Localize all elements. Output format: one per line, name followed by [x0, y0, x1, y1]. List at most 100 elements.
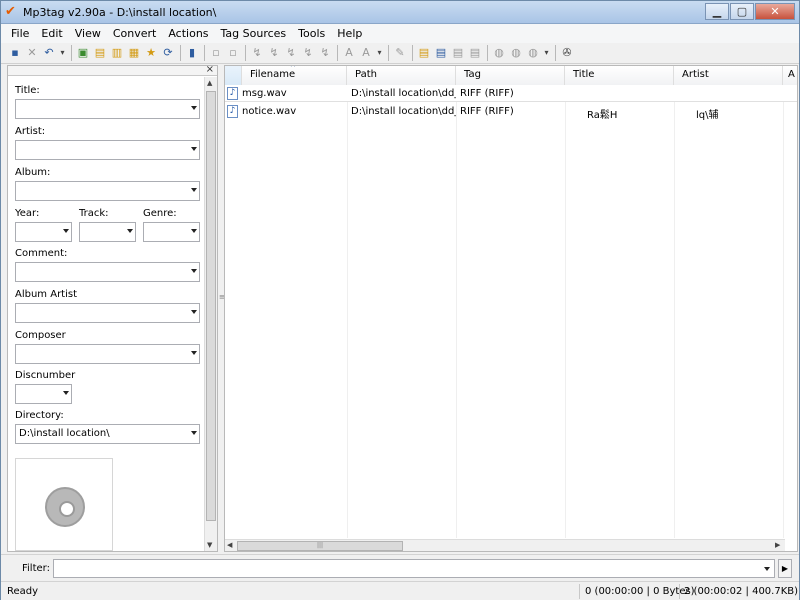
- refresh-icon[interactable]: ⟳: [160, 45, 176, 61]
- composer-combobox[interactable]: [15, 344, 200, 364]
- scroll-right-icon[interactable]: ▶: [775, 541, 780, 549]
- open-folder-icon[interactable]: ▥: [109, 45, 125, 61]
- toolbar-separator: [180, 45, 181, 61]
- header-artist-label: Artist: [682, 69, 709, 80]
- menu-actions[interactable]: Actions: [162, 24, 214, 43]
- minimize-button[interactable]: ▁: [705, 3, 729, 20]
- actions-icon: A: [345, 46, 353, 59]
- artist-combobox[interactable]: [15, 140, 200, 160]
- tag-source-freedb-icon: ◍: [494, 46, 504, 59]
- chevron-down-icon[interactable]: [191, 229, 197, 233]
- horizontal-scrollbar[interactable]: ◀ ||| ▶: [225, 539, 785, 551]
- toolbar-separator: [487, 45, 488, 61]
- header-tag-label: Tag: [464, 69, 481, 80]
- undo-icon[interactable]: ↶: [41, 45, 57, 61]
- discnumber-label: Discnumber: [15, 370, 76, 381]
- file-list: ^ Filename Path Tag Title Artist A ♪ msg…: [224, 65, 798, 552]
- favorites-icon[interactable]: ★: [143, 45, 159, 61]
- title-label: Title:: [15, 85, 40, 96]
- auto-numbering-icon: ↯: [320, 46, 330, 59]
- cell-path: D:\install location\dd_...: [351, 88, 456, 99]
- export-icon[interactable]: ▤: [416, 45, 432, 61]
- toolbar-separator: [71, 45, 72, 61]
- scrollbar-thumb[interactable]: [206, 91, 216, 521]
- chevron-down-icon[interactable]: [63, 229, 69, 233]
- chevron-down-icon[interactable]: [191, 147, 197, 151]
- track-label: Track:: [79, 208, 109, 219]
- actions-dropdown-icon[interactable]: ▾: [375, 45, 384, 61]
- scroll-up-icon[interactable]: ▲: [207, 79, 212, 87]
- toolbar-separator: [204, 45, 205, 61]
- undo-dropdown-icon[interactable]: ▾: [58, 45, 67, 61]
- scroll-left-icon[interactable]: ◀: [227, 541, 232, 549]
- chevron-down-icon[interactable]: [191, 106, 197, 110]
- maximize-button[interactable]: ▢: [730, 3, 754, 20]
- scrollbar-thumb[interactable]: |||: [237, 541, 403, 551]
- add-directory-icon[interactable]: ▤: [92, 45, 108, 61]
- close-icon[interactable]: ×: [206, 64, 214, 75]
- discnumber-combobox[interactable]: [15, 384, 72, 404]
- menu-tag-sources[interactable]: Tag Sources: [215, 24, 293, 43]
- album-combobox[interactable]: [15, 181, 200, 201]
- menu-convert[interactable]: Convert: [107, 24, 163, 43]
- chevron-down-icon[interactable]: [191, 269, 197, 273]
- audio-file-icon: ♪: [227, 87, 238, 100]
- header-artist[interactable]: Artist: [674, 66, 783, 86]
- remove-tag-icon[interactable]: ✕: [24, 45, 40, 61]
- album-artist-combobox[interactable]: [15, 303, 200, 323]
- tag-panel-icon[interactable]: ▮: [184, 45, 200, 61]
- tag-to-tag-icon: ↯: [303, 46, 313, 59]
- header-title-label: Title: [573, 69, 595, 80]
- chevron-down-icon[interactable]: [127, 229, 133, 233]
- status-divider: [579, 584, 580, 599]
- chevron-down-icon[interactable]: [764, 567, 770, 571]
- tag-sources-dropdown-icon[interactable]: ▾: [542, 45, 551, 61]
- cover-art-box[interactable]: [15, 458, 113, 551]
- save-icon[interactable]: ▪: [7, 45, 23, 61]
- header-tag[interactable]: Tag: [456, 66, 565, 86]
- directory-combobox[interactable]: D:\install location\: [15, 424, 200, 444]
- edit-icon: ✎: [395, 46, 405, 59]
- header-title[interactable]: Title: [565, 66, 674, 86]
- table-row[interactable]: ♪ notice.wav D:\install location\dd_... …: [225, 103, 797, 120]
- chevron-down-icon[interactable]: [191, 351, 197, 355]
- track-combobox[interactable]: [79, 222, 136, 242]
- chevron-down-icon[interactable]: [191, 188, 197, 192]
- header-icon-column[interactable]: [225, 66, 242, 86]
- filter-go-button[interactable]: ▶: [778, 559, 792, 578]
- tag-panel-scrollbar[interactable]: ▲ ▼: [204, 77, 217, 551]
- menu-edit[interactable]: Edit: [35, 24, 68, 43]
- options-wrench-icon[interactable]: ✇: [559, 45, 575, 61]
- change-directory-icon[interactable]: ▣: [75, 45, 91, 61]
- menu-tools[interactable]: Tools: [292, 24, 331, 43]
- app-checkmark-icon: ✔: [5, 4, 16, 19]
- comment-combobox[interactable]: [15, 262, 200, 282]
- genre-combobox[interactable]: [143, 222, 200, 242]
- tag-source-web-icon: ◍: [528, 46, 538, 59]
- header-album-label: A: [788, 69, 795, 80]
- close-button[interactable]: ✕: [755, 3, 795, 20]
- menu-help[interactable]: Help: [331, 24, 368, 43]
- playlist-icon[interactable]: ▤: [433, 45, 449, 61]
- rename-icon: ▤: [469, 46, 481, 59]
- cell-filename: msg.wav: [242, 88, 287, 99]
- year-combobox[interactable]: [15, 222, 72, 242]
- directory-value: D:\install location\: [19, 428, 110, 439]
- header-path[interactable]: Path: [347, 66, 456, 86]
- title-combobox[interactable]: [15, 99, 200, 119]
- filter-bar: Filter: ▶: [1, 554, 799, 580]
- menu-view[interactable]: View: [69, 24, 107, 43]
- filter-input[interactable]: [53, 559, 775, 578]
- header-album[interactable]: A: [783, 66, 797, 86]
- header-filename[interactable]: ^ Filename: [242, 66, 347, 86]
- cell-filename: notice.wav: [242, 106, 297, 117]
- chevron-down-icon[interactable]: [63, 391, 69, 395]
- folder-up-icon[interactable]: ▦: [126, 45, 142, 61]
- tag-panel: × Title: Artist: Album: Year: Track: Gen…: [7, 64, 218, 552]
- chevron-down-icon[interactable]: [191, 431, 197, 435]
- chevron-down-icon[interactable]: [191, 310, 197, 314]
- scroll-down-icon[interactable]: ▼: [207, 541, 212, 549]
- menu-file[interactable]: File: [5, 24, 35, 43]
- cell-title: Ra鬆H: [587, 110, 618, 120]
- table-row[interactable]: ♪ msg.wav D:\install location\dd_... RIF…: [225, 85, 797, 102]
